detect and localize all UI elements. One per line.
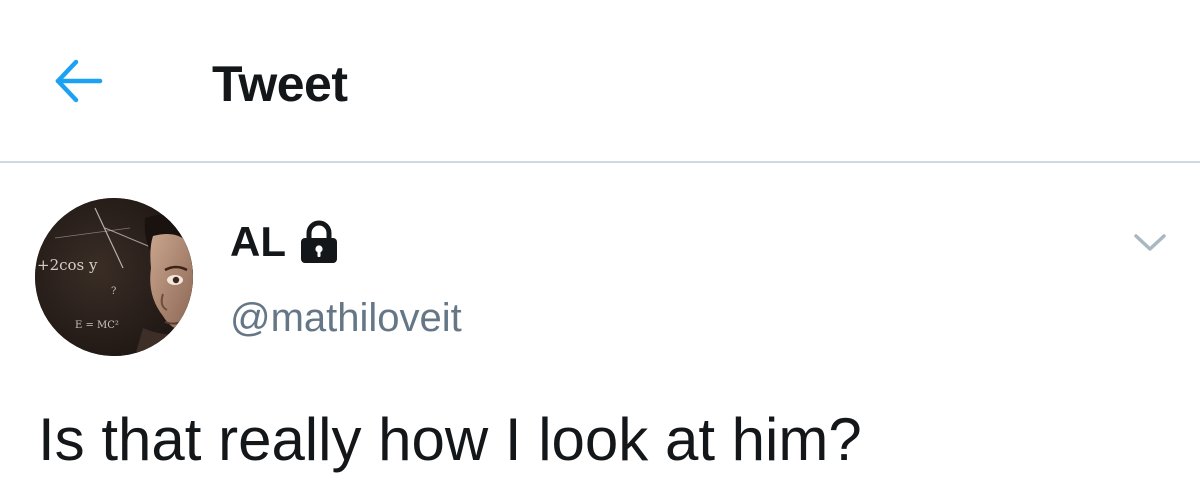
page-title: Tweet [212,56,348,112]
header-divider [0,161,1200,163]
back-button[interactable] [52,56,108,106]
tweet-menu-button[interactable] [1128,222,1172,262]
display-name: AL [230,218,286,265]
arrow-left-icon [55,59,103,103]
tweet-text: Is that really how I look at him? [38,406,862,473]
formula-text: E = MC² [75,320,119,331]
chevron-down-icon [1134,234,1166,251]
formula-text: ? [111,286,116,297]
tweet-detail-page: Tweet +2cos y E = MC² ? AL @mathiloveit … [0,0,1200,502]
avatar[interactable]: +2cos y E = MC² ? [35,198,193,356]
formula-text: +2cos y [37,256,98,274]
user-handle[interactable]: @mathiloveit [230,292,462,344]
top-app-bar: Tweet [0,0,1200,162]
avatar-photo: +2cos y E = MC² ? [35,198,193,356]
lock-icon [301,220,337,263]
author-name-row[interactable]: AL [230,215,340,269]
